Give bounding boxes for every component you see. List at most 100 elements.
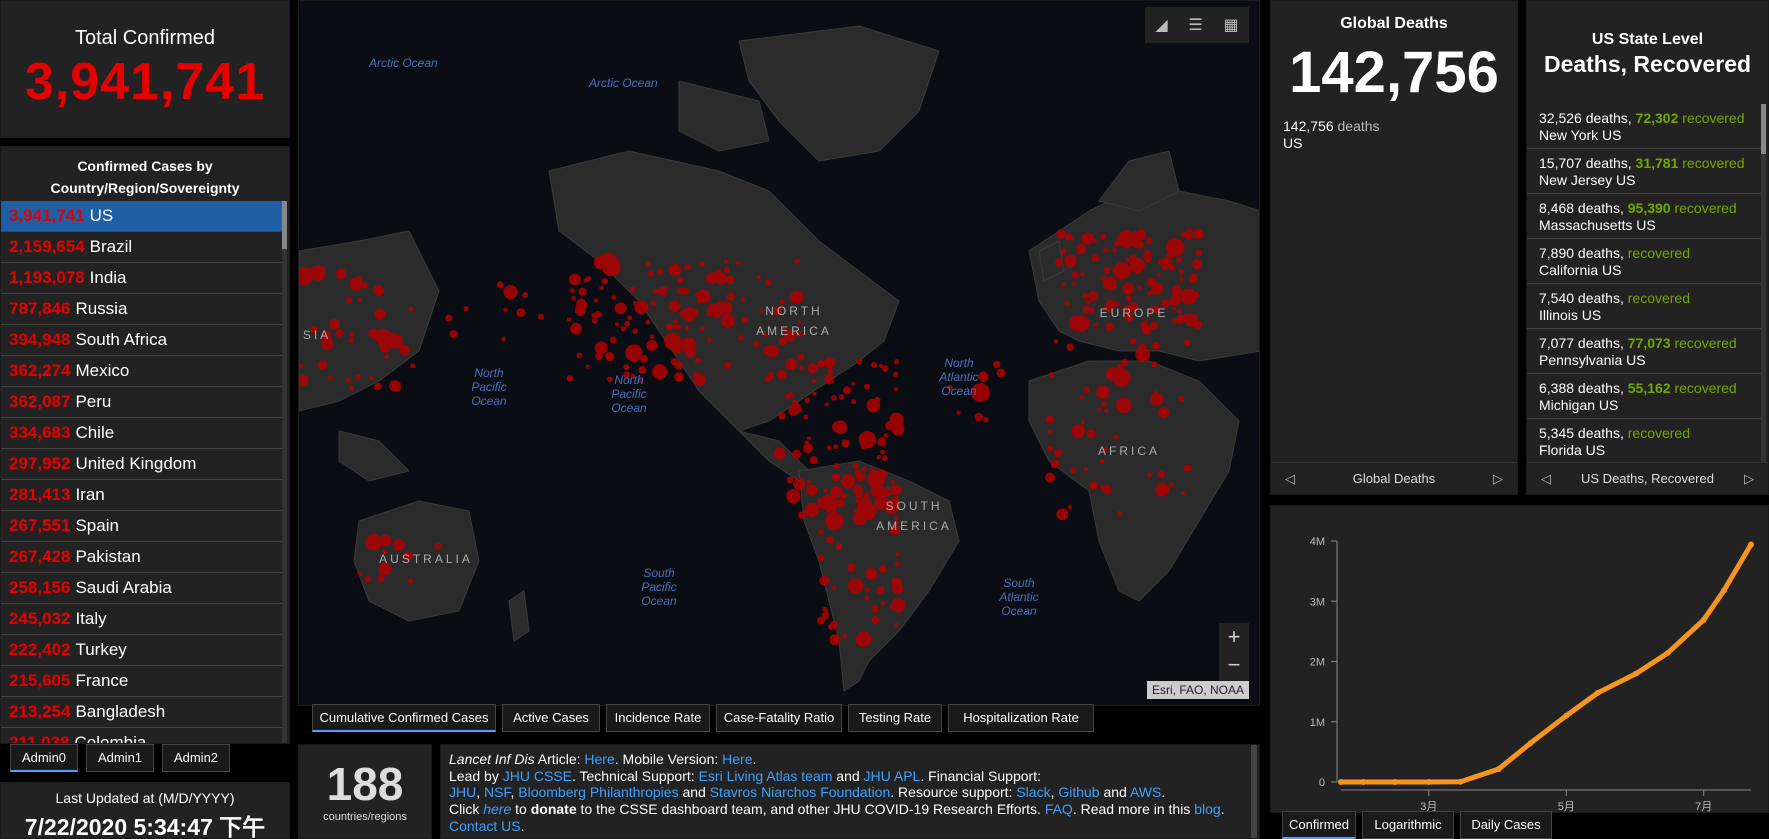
country-row[interactable]: 334,683 Chile <box>1 418 283 449</box>
country-row[interactable]: 267,551 Spain <box>1 511 283 542</box>
case-marker[interactable] <box>806 479 811 484</box>
case-marker[interactable] <box>345 377 351 383</box>
case-marker[interactable] <box>1061 282 1066 287</box>
us-state-row[interactable]: 5,345 deaths, recovered Florida US <box>1527 419 1762 462</box>
case-marker[interactable] <box>821 504 826 510</box>
case-marker[interactable] <box>723 267 730 274</box>
case-marker[interactable] <box>445 314 453 322</box>
case-marker[interactable] <box>693 371 698 377</box>
case-marker[interactable] <box>826 445 832 451</box>
case-marker[interactable] <box>806 436 811 441</box>
slack-link[interactable]: Slack <box>1016 784 1050 800</box>
list-icon[interactable]: ☰ <box>1188 15 1202 35</box>
case-marker[interactable] <box>1077 244 1087 254</box>
case-marker[interactable] <box>355 374 361 380</box>
case-marker[interactable] <box>567 317 571 322</box>
case-marker[interactable] <box>682 307 697 322</box>
tab-admin1[interactable]: Admin1 <box>86 744 154 772</box>
case-marker[interactable] <box>721 314 735 328</box>
case-marker[interactable] <box>833 444 839 450</box>
case-marker[interactable] <box>591 317 598 324</box>
case-marker[interactable] <box>576 298 586 308</box>
case-marker[interactable] <box>410 363 416 369</box>
country-row[interactable]: 297,952 United Kingdom <box>1 449 283 480</box>
us-state-row[interactable]: 7,540 deaths, recovered Illinois US <box>1527 284 1762 329</box>
case-marker[interactable] <box>881 455 888 462</box>
case-marker[interactable] <box>1115 274 1120 279</box>
case-marker[interactable] <box>828 623 835 631</box>
case-marker[interactable] <box>855 631 872 647</box>
case-marker[interactable] <box>1129 338 1137 345</box>
case-marker[interactable] <box>776 369 787 380</box>
case-marker[interactable] <box>348 332 355 338</box>
case-marker[interactable] <box>871 604 879 613</box>
case-marker[interactable] <box>1165 254 1171 260</box>
case-marker[interactable] <box>1116 397 1132 414</box>
chevron-left-icon[interactable]: ◁ <box>1541 463 1551 495</box>
case-marker[interactable] <box>827 368 834 375</box>
case-marker[interactable] <box>1141 325 1152 335</box>
case-marker[interactable] <box>880 601 885 606</box>
case-marker[interactable] <box>852 484 863 495</box>
case-marker[interactable] <box>1080 420 1085 425</box>
case-marker[interactable] <box>1104 408 1109 413</box>
case-marker[interactable] <box>666 323 674 331</box>
country-row[interactable]: 213,254 Bangladesh <box>1 697 283 728</box>
case-marker[interactable] <box>785 358 798 371</box>
zoom-in-button[interactable]: + <box>1219 623 1249 651</box>
esri-link[interactable]: Esri Living Atlas team <box>699 768 833 784</box>
tab-daily-cases[interactable]: Daily Cases <box>1460 811 1552 839</box>
case-marker[interactable] <box>786 489 801 504</box>
case-marker[interactable] <box>841 439 850 448</box>
case-marker[interactable] <box>892 582 904 594</box>
data-point[interactable] <box>1338 778 1344 785</box>
aws-link[interactable]: AWS <box>1130 784 1161 800</box>
case-marker[interactable] <box>1066 343 1074 351</box>
country-row[interactable]: 362,087 Peru <box>1 387 283 418</box>
case-marker[interactable] <box>851 381 856 386</box>
data-point[interactable] <box>1748 541 1754 548</box>
case-marker[interactable] <box>463 306 469 312</box>
case-marker[interactable] <box>880 449 885 455</box>
case-marker[interactable] <box>894 622 899 627</box>
case-marker[interactable] <box>726 292 735 301</box>
country-row[interactable]: 258,156 Saudi Arabia <box>1 573 283 604</box>
case-marker[interactable] <box>1176 257 1182 263</box>
case-marker[interactable] <box>389 380 402 392</box>
case-marker[interactable] <box>1155 482 1170 497</box>
case-marker[interactable] <box>629 286 636 293</box>
us-state-row[interactable]: 15,707 deaths, 31,781 recovered New Jerse… <box>1527 149 1762 194</box>
case-marker[interactable] <box>822 606 828 613</box>
case-marker[interactable] <box>1177 309 1182 314</box>
case-marker[interactable] <box>825 508 831 513</box>
case-marker[interactable] <box>634 300 649 315</box>
case-marker[interactable] <box>627 315 633 321</box>
data-point[interactable] <box>1457 778 1464 785</box>
case-marker[interactable] <box>1178 395 1185 402</box>
case-marker[interactable] <box>1153 390 1158 395</box>
case-marker[interactable] <box>835 542 843 550</box>
case-marker[interactable] <box>1083 305 1091 313</box>
case-marker[interactable] <box>1091 254 1100 262</box>
case-marker[interactable] <box>318 269 323 274</box>
country-row[interactable]: 3,941,741 US <box>1 201 283 232</box>
case-marker[interactable] <box>823 357 835 369</box>
case-marker[interactable] <box>1137 285 1142 290</box>
case-marker[interactable] <box>846 563 856 573</box>
case-marker[interactable] <box>890 484 902 496</box>
case-marker[interactable] <box>1064 254 1077 267</box>
bookmark-icon[interactable]: ◢ <box>1155 15 1167 35</box>
case-marker[interactable] <box>537 313 544 320</box>
case-marker[interactable] <box>824 402 829 407</box>
case-marker[interactable] <box>640 355 648 363</box>
case-marker[interactable] <box>983 417 989 423</box>
case-marker[interactable] <box>1073 315 1090 332</box>
case-marker[interactable] <box>1081 232 1094 245</box>
case-marker[interactable] <box>408 306 414 312</box>
data-point[interactable] <box>1594 689 1601 696</box>
case-marker[interactable] <box>764 345 775 357</box>
case-marker[interactable] <box>858 431 877 449</box>
case-marker[interactable] <box>819 575 830 586</box>
case-marker[interactable] <box>1131 238 1142 249</box>
case-marker[interactable] <box>843 386 851 395</box>
